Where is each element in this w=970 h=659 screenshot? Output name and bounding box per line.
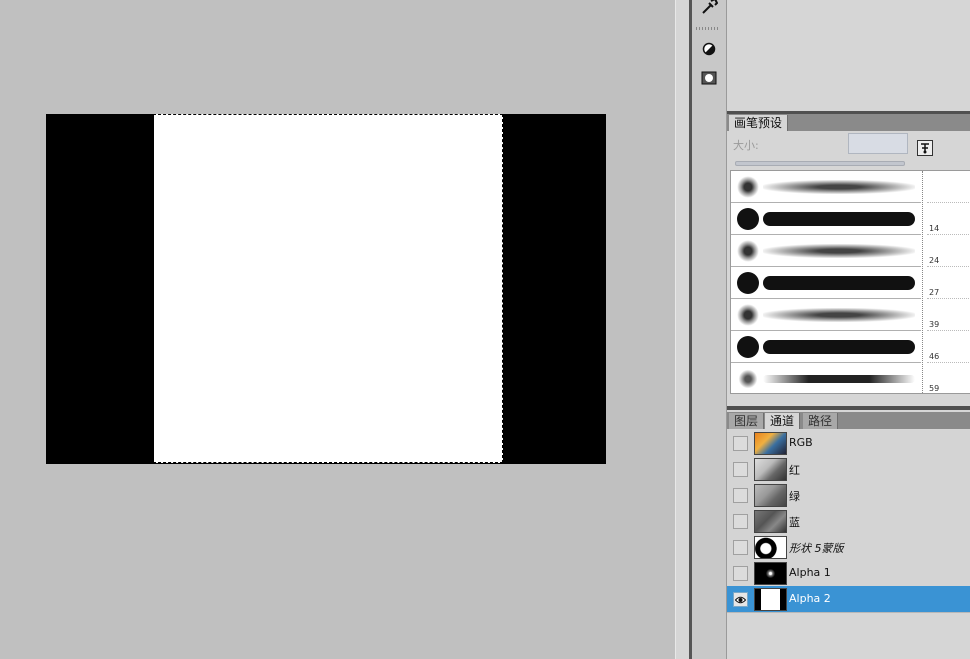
tab-channels[interactable]: 通道 [765,413,801,429]
channel-name: 绿 [789,490,800,503]
size-input[interactable] [848,133,908,154]
brush-preset-row[interactable] [731,331,921,363]
channel-name: Alpha 2 [789,592,831,605]
brush-preset-row[interactable] [731,203,921,235]
visibility-toggle[interactable] [733,488,748,503]
channel-thumbnail [754,588,787,611]
brush-size-cell[interactable]: 59 [927,363,970,393]
channel-name: 蓝 [789,516,800,529]
channel-thumbnail [754,484,787,507]
channels-panel-tabbar: 图层 通道 路径 [727,412,970,429]
brush-size-cell[interactable]: 39 [927,299,970,331]
channel-row-shape-mask[interactable]: 形状 5蒙版 [727,534,970,561]
channel-thumbnail [754,536,787,559]
channel-row-blue[interactable]: 蓝 [727,508,970,535]
channel-name: 形状 5蒙版 [789,542,844,555]
tab-paths[interactable]: 路径 [803,413,839,429]
visibility-toggle[interactable] [733,540,748,555]
brush-panel-tabbar: 画笔预设 [727,114,970,131]
brush-size-cell[interactable]: 46 [927,331,970,363]
visibility-toggle[interactable] [733,514,748,529]
channel-row-alpha-1[interactable]: Alpha 1 [727,560,970,587]
brush-panel-options-icon[interactable] [917,140,933,156]
channel-name: RGB [789,436,813,449]
channel-row-green[interactable]: 绿 [727,482,970,509]
panel-icon-strip [692,0,727,659]
visibility-toggle[interactable] [733,592,748,607]
brush-size-cell[interactable] [927,171,970,203]
channel-row-rgb[interactable]: RGB [727,430,970,457]
brush-preset-row[interactable] [731,171,921,203]
visibility-toggle[interactable] [733,566,748,581]
panel-grip[interactable] [696,27,720,30]
eye-icon [735,596,746,603]
channel-thumbnail [754,510,787,533]
channel-row-alpha-2[interactable]: Alpha 2 [727,586,970,613]
channel-thumbnail [754,432,787,455]
right-panels: 画笔预设 大小: 14 24 27 39 46 59 图层 通道 路径 RGB … [727,0,970,659]
empty-panel-area [727,0,970,114]
visibility-toggle[interactable] [733,462,748,477]
brush-tool-icon[interactable] [698,0,720,18]
channel-thumbnail [754,458,787,481]
brush-size-cell[interactable]: 27 [927,267,970,299]
size-slider[interactable] [735,161,905,166]
visibility-toggle[interactable] [733,436,748,451]
brush-preset-row[interactable] [731,363,921,393]
brush-size-cell[interactable]: 24 [927,235,970,267]
channel-name: Alpha 1 [789,566,831,579]
channel-name: 红 [789,464,800,477]
brush-preset-row[interactable] [731,299,921,331]
brush-size-cell[interactable]: 14 [927,203,970,235]
tab-layers[interactable]: 图层 [729,413,765,429]
mask-icon[interactable] [698,67,720,89]
tab-brush-presets[interactable]: 画笔预设 [729,115,789,131]
marquee-selection[interactable] [153,114,503,463]
size-label: 大小: [733,139,759,152]
channels-panel: 图层 通道 路径 RGB 红 绿 蓝 形状 5蒙版 Alpha 1 Alpha … [727,410,970,659]
brush-preset-list[interactable]: 14 24 27 39 46 59 [730,170,970,394]
channel-row-red[interactable]: 红 [727,456,970,483]
document-canvas[interactable] [46,114,606,464]
brush-presets-panel: 画笔预设 大小: 14 24 27 39 46 59 [727,114,970,406]
brush-list-divider [922,171,924,393]
channel-thumbnail [754,562,787,585]
canvas-workspace[interactable] [0,0,675,659]
adjustment-icon[interactable] [698,38,720,60]
brush-preset-row[interactable] [731,235,921,267]
panel-divider[interactable] [675,0,690,659]
brush-preset-row[interactable] [731,267,921,299]
